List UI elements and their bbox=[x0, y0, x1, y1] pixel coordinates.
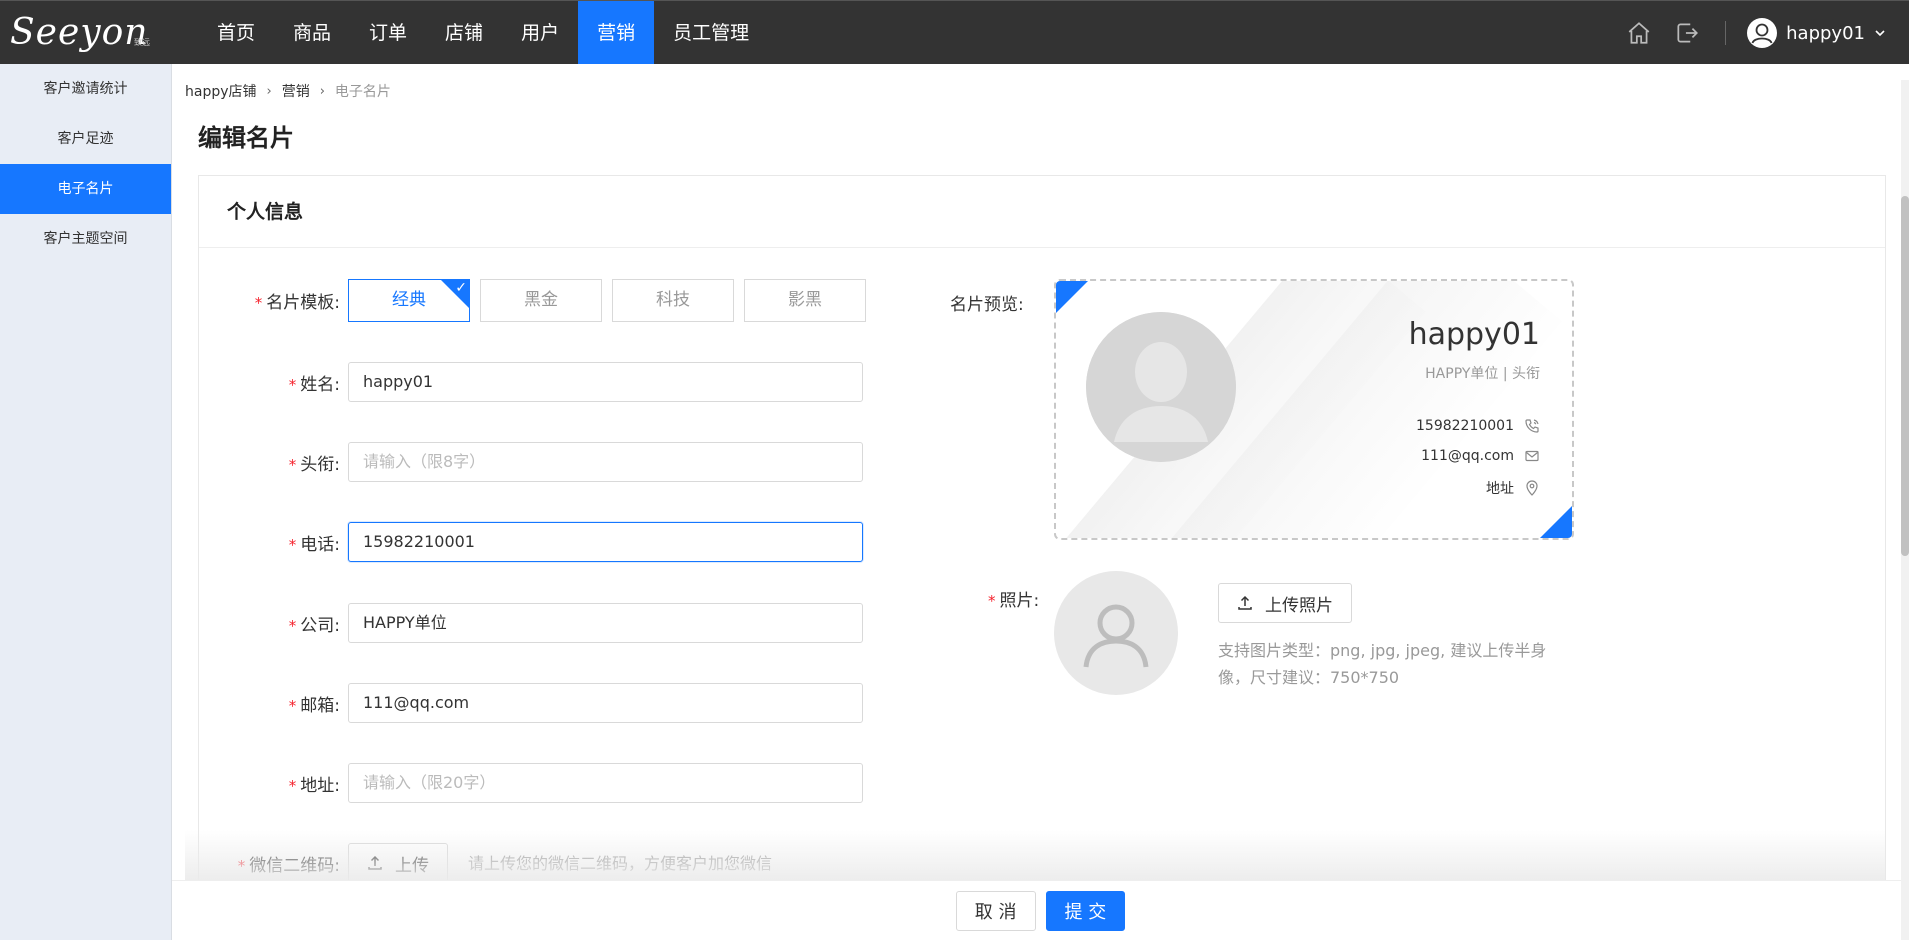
sidebar-item-business-card[interactable]: 电子名片 bbox=[0, 164, 171, 214]
top-divider bbox=[1725, 21, 1727, 45]
home-icon[interactable] bbox=[1625, 19, 1653, 47]
template-row: * 名片模板: 经典 ✓ 黑金 科技 影黑 bbox=[228, 279, 876, 322]
sidebar: 客户邀请统计 客户足迹 电子名片 客户主题空间 bbox=[0, 64, 172, 940]
card-corner-bottom-right bbox=[1540, 506, 1572, 538]
vertical-scrollbar[interactable] bbox=[1901, 80, 1909, 940]
business-card-preview: happy01 HAPPY单位 | 头衔 15982210001 111@qq.… bbox=[1054, 279, 1574, 540]
top-nav-bar: Seeyon 致远 首页 商品 订单 店铺 用户 营销 员工管理 happy01 bbox=[0, 0, 1909, 65]
upload-icon bbox=[1238, 595, 1252, 610]
nav-item-marketing[interactable]: 营销 bbox=[578, 1, 655, 65]
title-row: * 头衔: 请输入（限8字） bbox=[228, 442, 863, 482]
wechat-upload-button[interactable]: 上传 bbox=[348, 843, 448, 883]
check-icon: ✓ bbox=[455, 280, 467, 296]
cancel-button[interactable]: 取 消 bbox=[955, 890, 1036, 931]
breadcrumb-item-marketing[interactable]: 营销 bbox=[282, 81, 310, 101]
logo-sub: 致远 bbox=[134, 38, 150, 47]
template-label: * 名片模板: bbox=[254, 293, 340, 313]
phone-label: * 电话: bbox=[288, 534, 340, 555]
address-label: * 地址: bbox=[288, 775, 340, 796]
card-avatar bbox=[1086, 312, 1236, 462]
card-corner-top-left bbox=[1056, 281, 1088, 313]
chevron-right-icon: › bbox=[266, 83, 272, 99]
name-input[interactable]: happy01 bbox=[348, 362, 863, 402]
card-phone: 15982210001 bbox=[1416, 418, 1514, 434]
chevron-right-icon: › bbox=[319, 83, 325, 99]
company-label: * 公司: bbox=[288, 615, 340, 636]
template-option-black-gold[interactable]: 黑金 bbox=[480, 279, 602, 322]
template-option-classic[interactable]: 经典 ✓ bbox=[348, 279, 470, 322]
card-phone-line: 15982210001 bbox=[1416, 418, 1540, 434]
user-menu[interactable]: happy01 bbox=[1746, 17, 1887, 49]
preview-label: 名片预览: bbox=[950, 295, 1024, 315]
email-row: * 邮箱: 111@qq.com bbox=[228, 683, 863, 723]
chevron-down-icon bbox=[1875, 30, 1885, 37]
page-title: 编辑名片 bbox=[198, 124, 294, 152]
breadcrumb-item-current: 电子名片 bbox=[334, 84, 391, 100]
panel-title: 个人信息 bbox=[199, 176, 1885, 248]
top-right-tools: happy01 bbox=[1625, 1, 1909, 65]
user-name: happy01 bbox=[1786, 22, 1865, 44]
sidebar-item-footprint[interactable]: 客户足迹 bbox=[0, 114, 171, 164]
card-email: 111@qq.com bbox=[1421, 448, 1514, 464]
nav-item-home[interactable]: 首页 bbox=[198, 1, 274, 65]
company-input[interactable]: HAPPY单位 bbox=[348, 603, 863, 643]
template-option-shadow-black[interactable]: 影黑 bbox=[744, 279, 866, 322]
person-silhouette-icon bbox=[1086, 312, 1236, 462]
email-label: * 邮箱: bbox=[288, 695, 340, 716]
sidebar-item-invite-stats[interactable]: 客户邀请统计 bbox=[0, 64, 171, 114]
nav-item-users[interactable]: 用户 bbox=[502, 1, 578, 65]
company-row: * 公司: HAPPY单位 bbox=[228, 603, 863, 643]
email-input[interactable]: 111@qq.com bbox=[348, 683, 863, 723]
card-name: happy01 bbox=[1408, 317, 1540, 352]
scrollbar-thumb[interactable] bbox=[1901, 196, 1909, 556]
title-input[interactable]: 请输入（限8字） bbox=[348, 442, 863, 482]
phone-icon bbox=[1525, 419, 1539, 433]
card-company-title: HAPPY单位 | 头衔 bbox=[1425, 366, 1540, 382]
address-row: * 地址: 请输入（限20字） bbox=[228, 763, 863, 803]
card-email-line: 111@qq.com bbox=[1421, 448, 1540, 464]
nav-item-staff[interactable]: 员工管理 bbox=[654, 1, 768, 65]
title-label: * 头衔: bbox=[288, 454, 340, 475]
user-avatar-icon bbox=[1747, 18, 1778, 48]
nav-item-products[interactable]: 商品 bbox=[274, 1, 350, 65]
main-content: happy店铺 › 营销 › 电子名片 编辑名片 个人信息 bbox=[172, 64, 1909, 940]
card-address-line: 地址 bbox=[1486, 478, 1540, 498]
breadcrumb: happy店铺 › 营销 › 电子名片 bbox=[185, 81, 391, 101]
sidebar-item-theme-space[interactable]: 客户主题空间 bbox=[0, 214, 171, 264]
upload-icon bbox=[368, 855, 382, 870]
breadcrumb-item-store[interactable]: happy店铺 bbox=[185, 81, 257, 101]
user-outline-icon bbox=[1083, 604, 1149, 668]
address-input[interactable]: 请输入（限20字） bbox=[348, 763, 863, 803]
nav-item-orders[interactable]: 订单 bbox=[350, 1, 426, 65]
phone-row: * 电话: 15982210001 bbox=[228, 522, 863, 562]
form-footer: 取 消 提 交 bbox=[172, 880, 1909, 940]
wechat-hint: 请上传您的微信二维码，方便客户加您微信 bbox=[468, 853, 773, 873]
phone-input[interactable]: 15982210001 bbox=[348, 522, 863, 562]
seeyon-logo[interactable]: Seeyon 致远 bbox=[10, 13, 150, 53]
card-address: 地址 bbox=[1486, 481, 1514, 497]
wechat-row: * 微信二维码: 上传 请上传您的微信二维码，方便客户加您微信 bbox=[228, 843, 772, 883]
photo-hint: 支持图片类型：png, jpg, jpeg, 建议上传半身 像，尺寸建议：750… bbox=[1218, 641, 1547, 687]
photo-label: * 照片: bbox=[988, 591, 1040, 611]
mail-icon bbox=[1525, 450, 1539, 462]
submit-button[interactable]: 提 交 bbox=[1045, 890, 1126, 931]
nav-item-stores[interactable]: 店铺 bbox=[426, 1, 502, 65]
photo-placeholder[interactable] bbox=[1054, 571, 1178, 695]
location-pin-icon bbox=[1526, 480, 1538, 496]
wechat-label: * 微信二维码: bbox=[237, 855, 340, 876]
upload-photo-button[interactable]: 上传照片 bbox=[1218, 583, 1352, 623]
name-label: * 姓名: bbox=[288, 374, 340, 395]
name-row: * 姓名: happy01 bbox=[228, 362, 863, 402]
template-options: 经典 ✓ 黑金 科技 影黑 bbox=[348, 279, 876, 322]
logout-icon[interactable] bbox=[1673, 19, 1701, 47]
template-option-tech[interactable]: 科技 bbox=[612, 279, 734, 322]
photo-label-row: * 照片: bbox=[988, 586, 1039, 611]
preview-label-row: 名片预览: bbox=[950, 290, 1024, 315]
logo-text: Seeyon bbox=[10, 12, 149, 53]
main-nav: 首页 商品 订单 店铺 用户 营销 员工管理 bbox=[198, 1, 768, 65]
